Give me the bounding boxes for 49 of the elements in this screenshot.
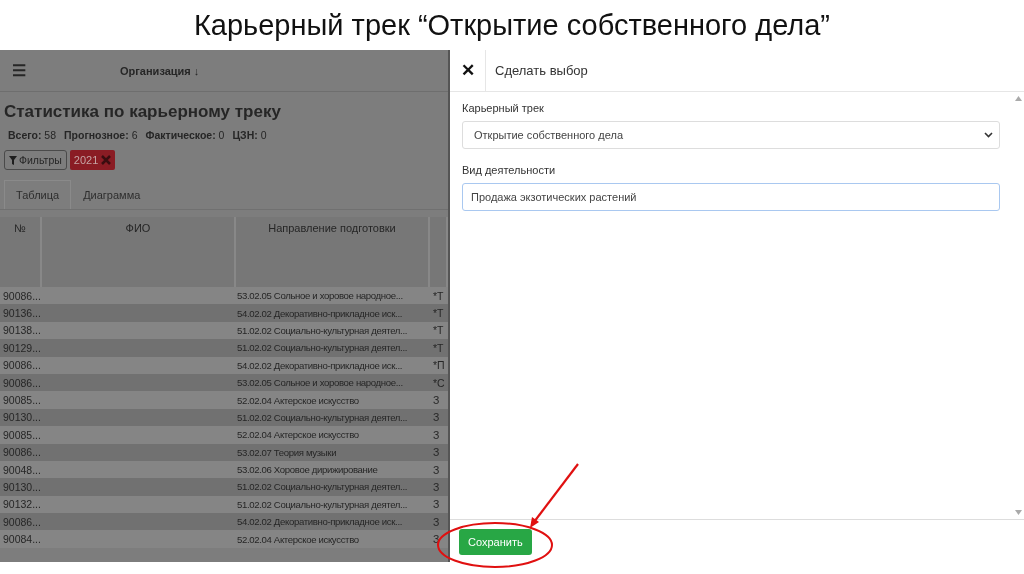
menu-icon[interactable]: ☰ xyxy=(12,61,120,80)
table-cell: З xyxy=(430,391,448,409)
table-cell: 52.02.04 Актерское искусство xyxy=(236,530,430,548)
panel-title: Сделать выбор xyxy=(494,63,588,78)
stat: ЦЗН: 0 xyxy=(232,129,267,141)
track-select[interactable]: Открытие собственного дела xyxy=(462,121,1000,149)
table-cell: З xyxy=(430,478,448,496)
stat: Всего: 58 xyxy=(8,129,57,141)
table-cell: 90086... xyxy=(0,513,42,531)
table-cell: З xyxy=(430,426,448,444)
pointer-arrow xyxy=(530,463,579,528)
table-cell: 53.02.05 Сольное и хоровое народное... xyxy=(236,287,430,305)
table-cell: 90130... xyxy=(0,478,42,496)
save-button[interactable]: Сохранить xyxy=(459,529,532,555)
table-cell: 90136... xyxy=(0,304,42,322)
table-cell: 51.02.02 Социально-культурная деятел... xyxy=(236,339,430,357)
activity-input[interactable]: Продажа экзотических растений xyxy=(462,183,1000,211)
field-label: Карьерный трек xyxy=(462,102,545,114)
field-label: Вид деятельности xyxy=(462,164,557,176)
table-cell: *Т xyxy=(430,304,448,322)
close-icon[interactable] xyxy=(101,155,112,165)
table-cell: *Т xyxy=(430,339,448,357)
scroll-up-icon[interactable] xyxy=(1014,96,1022,101)
scroll-down-icon[interactable] xyxy=(1014,510,1022,515)
table-cell: 90129... xyxy=(0,339,42,357)
stat: Фактическое: 0 xyxy=(145,129,225,141)
table-cell: 54.02.02 Декоративно-прикладное иск... xyxy=(236,513,430,531)
chevron-down-icon xyxy=(984,132,993,138)
slide-title: Карьерный трек “Открытие собственного дела” xyxy=(192,7,831,43)
table-cell: 51.02.02 Социально-культурная деятел... xyxy=(236,478,430,496)
table-cell: 90085... xyxy=(0,426,42,444)
column-header: Направление подготовки xyxy=(236,217,430,287)
table-cell: 52.02.04 Актерское искусство xyxy=(236,426,430,444)
column-header: ФИО xyxy=(42,217,236,287)
funnel-icon xyxy=(9,155,17,165)
organization-menu[interactable]: Организация ↓ xyxy=(120,64,200,77)
tab[interactable]: Таблица xyxy=(4,180,72,209)
table-cell: *Т xyxy=(430,287,448,305)
table-cell: З xyxy=(430,513,448,531)
column-header: № xyxy=(0,217,42,287)
filter-tag: 2021 xyxy=(69,150,116,170)
table-cell: 90085... xyxy=(0,391,42,409)
filters-button[interactable]: Фильтры xyxy=(4,150,67,170)
table-cell: 52.02.04 Актерское искусство xyxy=(236,391,430,409)
page-title: Статистика по карьерному треку xyxy=(3,101,282,122)
table-cell: 90086... xyxy=(0,287,42,305)
stat: Прогнозное: 6 xyxy=(64,129,138,141)
table-cell: 90084... xyxy=(0,530,42,548)
table-cell: 54.02.02 Декоративно-прикладное иск... xyxy=(236,304,430,322)
